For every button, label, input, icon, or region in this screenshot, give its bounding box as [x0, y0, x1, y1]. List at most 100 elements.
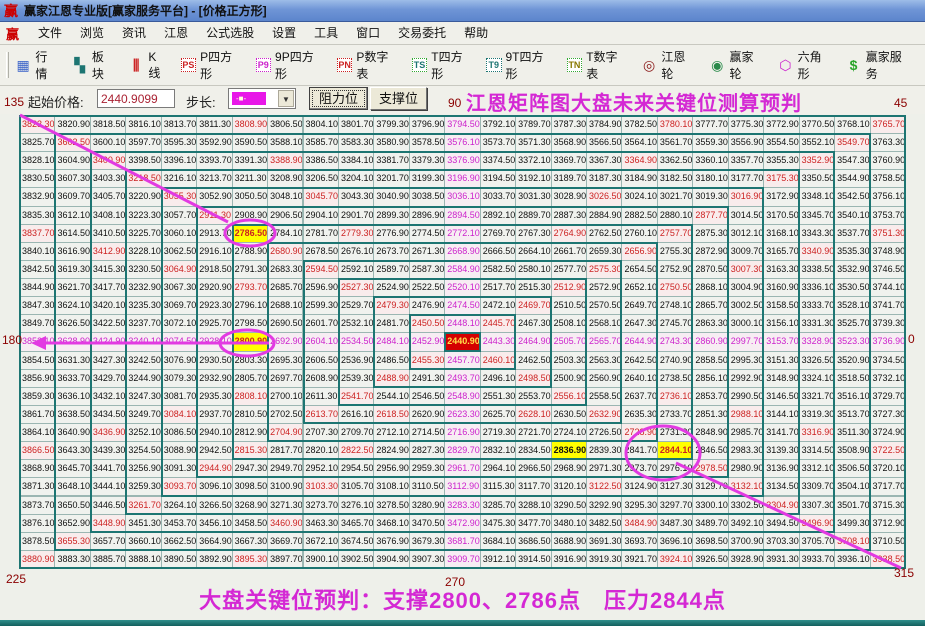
menu-item-资讯[interactable]: 资讯	[113, 23, 155, 43]
toolbar-button-9p-square[interactable]: P99P四方形	[256, 48, 324, 82]
gann-cell: 2836.90	[552, 442, 587, 460]
gann-cell: 3218.50	[126, 170, 161, 188]
gann-cell: 3696.10	[658, 533, 693, 551]
toolbar-label: 赢家轮	[729, 48, 764, 82]
gann-cell: 2918.50	[197, 261, 232, 279]
gann-cell: 2954.50	[339, 460, 374, 478]
gann-cell: 3345.70	[800, 207, 835, 225]
gann-cell: 3830.50	[20, 170, 55, 188]
toolbar-button-hexagon[interactable]: ⬡六角形	[777, 48, 832, 82]
gann-cell: 3225.70	[126, 225, 161, 243]
toolbar-button-gann-wheel[interactable]: ◎江恩轮	[641, 48, 696, 82]
gann-cell: 3501.70	[835, 497, 870, 515]
start-price-input[interactable]	[97, 89, 175, 108]
menu-item-工具[interactable]: 工具	[305, 23, 347, 43]
support-button[interactable]: 支撑位	[370, 87, 427, 110]
gann-cell: 2683.30	[268, 261, 303, 279]
toolbar-button-t-number-table[interactable]: TNT数字表	[567, 48, 628, 82]
gann-cell: 3828.10	[20, 152, 55, 170]
gann-cell: 2769.70	[481, 225, 516, 243]
gann-cell: 3595.30	[162, 134, 197, 152]
gann-cell: 2635.30	[622, 406, 657, 424]
gann-cell: 2704.90	[268, 424, 303, 442]
gann-cell: 3580.90	[374, 134, 409, 152]
gann-cell: 3489.70	[693, 515, 728, 533]
gann-cell: 3278.50	[374, 497, 409, 515]
gann-cell: 2625.70	[481, 406, 516, 424]
angle-label-225: 225	[6, 572, 26, 586]
gann-cell: 3520.90	[835, 352, 870, 370]
toolbar-button-9t-square[interactable]: T99T四方形	[486, 48, 554, 82]
gann-cell: 2904.10	[304, 207, 339, 225]
gann-cell: 2781.70	[304, 225, 339, 243]
menu-item-设置[interactable]: 设置	[263, 23, 305, 43]
toolbar-button-winner-service[interactable]: $赢家服务	[845, 48, 912, 82]
gann-cell: 2764.90	[552, 225, 587, 243]
toolbar-button-market-quotes[interactable]: ▦行情	[15, 48, 59, 82]
gann-cell: 2791.30	[233, 261, 268, 279]
gann-cell: 3124.90	[622, 478, 657, 496]
menu-item-帮助[interactable]: 帮助	[455, 23, 497, 43]
gann-cell: 2937.70	[197, 406, 232, 424]
gann-cell: 2779.30	[339, 225, 374, 243]
gann-cell: 3852.10	[20, 333, 55, 351]
gann-cell: 3208.90	[268, 170, 303, 188]
menu-item-窗口[interactable]: 窗口	[347, 23, 389, 43]
gann-cell: 3417.70	[91, 279, 126, 297]
gann-cell: 2630.50	[552, 406, 587, 424]
menu-item-江恩[interactable]: 江恩	[155, 23, 197, 43]
gann-cell: 3019.30	[693, 188, 728, 206]
gann-cell: 2956.90	[374, 460, 409, 478]
toolbar-button-sectors[interactable]: ▚板块	[71, 48, 115, 82]
gann-cell: 3400.90	[91, 152, 126, 170]
menu-item-交易委托[interactable]: 交易委托	[389, 23, 455, 43]
gann-cell: 3734.50	[871, 352, 906, 370]
gann-cell: 3324.10	[800, 370, 835, 388]
toolbar-handle[interactable]	[6, 52, 9, 78]
gann-cell: 2752.90	[658, 261, 693, 279]
gann-cell: 3775.30	[729, 116, 764, 134]
toolbar-button-winner-wheel[interactable]: ◉赢家轮	[709, 48, 764, 82]
gann-cell: 3578.50	[410, 134, 445, 152]
gann-cell: 3902.50	[339, 551, 374, 569]
gann-cell: 2644.90	[622, 333, 657, 351]
gann-cell: 2580.10	[516, 261, 551, 279]
gann-cell: 3542.50	[835, 188, 870, 206]
menu-item-公式选股[interactable]: 公式选股	[197, 23, 263, 43]
toolbar-button-t-square[interactable]: TST四方形	[412, 48, 473, 82]
gann-cell: 3016.90	[729, 188, 764, 206]
toolbar-button-p-number-table[interactable]: PNP数字表	[337, 48, 399, 82]
gann-cell: 3045.70	[304, 188, 339, 206]
gann-cell: 3592.90	[197, 134, 232, 152]
gann-cell: 3547.30	[835, 152, 870, 170]
menu-item-浏览[interactable]: 浏览	[71, 23, 113, 43]
gann-cell: 3084.10	[162, 406, 197, 424]
gann-cell: 2952.10	[304, 460, 339, 478]
gann-cell: 3868.90	[20, 460, 55, 478]
menu-item-文件[interactable]: 文件	[29, 23, 71, 43]
gann-cell: 3508.90	[835, 442, 870, 460]
gann-cell: 3657.70	[91, 533, 126, 551]
gann-cell: 2450.50	[410, 315, 445, 333]
gann-cell: 3854.50	[20, 352, 55, 370]
gann-cell: 2524.90	[374, 279, 409, 297]
gann-cell: 2966.50	[516, 460, 551, 478]
gann-cell: 2973.70	[622, 460, 657, 478]
gann-cell: 2695.30	[268, 352, 303, 370]
toolbar-button-kline[interactable]: ⫼K线	[128, 50, 168, 81]
gann-cell: 2856.10	[693, 370, 728, 388]
gann-cell: 2832.10	[481, 442, 516, 460]
gann-cell: 3405.70	[91, 188, 126, 206]
toolbar-button-p-square[interactable]: PSP四方形	[181, 48, 243, 82]
gann-cell: 3650.50	[55, 497, 90, 515]
gann-cell: 3232.90	[126, 279, 161, 297]
toolbar-label: 赢家服务	[866, 48, 912, 82]
gann-cell: 2565.70	[587, 333, 622, 351]
resistance-button[interactable]: 阻力位	[309, 87, 368, 110]
step-dropdown[interactable]: ▼	[228, 88, 296, 109]
gann-cell: 2827.30	[410, 442, 445, 460]
gann-cell: 3004.90	[729, 279, 764, 297]
chevron-down-icon[interactable]: ▼	[278, 90, 294, 107]
gann-cell: 2654.50	[622, 261, 657, 279]
gann-cell: 3302.50	[729, 497, 764, 515]
